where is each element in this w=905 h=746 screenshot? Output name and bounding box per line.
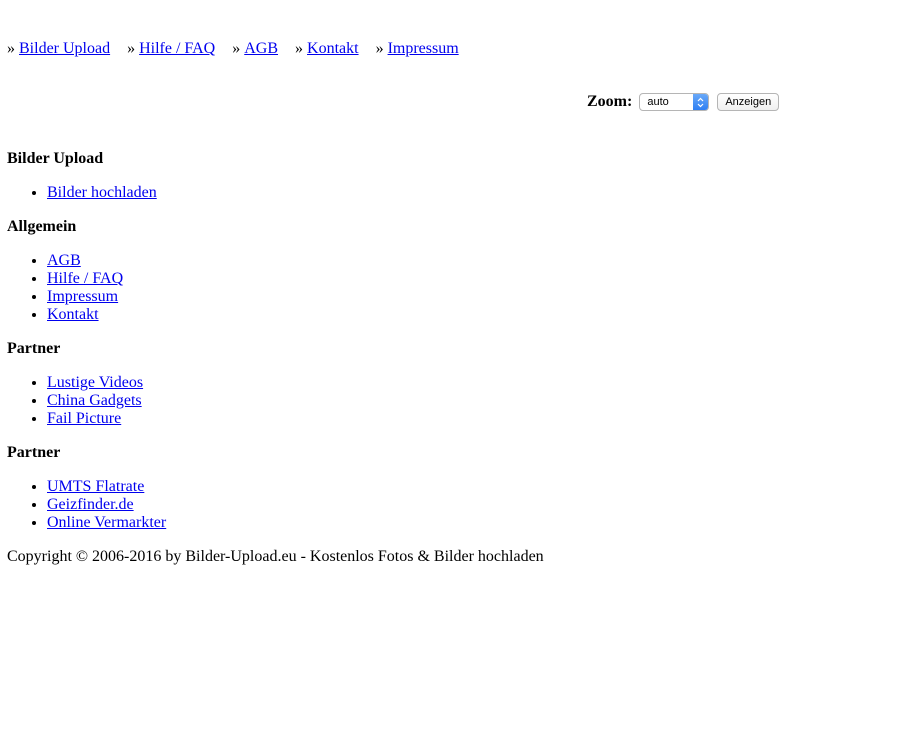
link-hilfe-faq[interactable]: Hilfe / FAQ	[47, 270, 123, 287]
section-title: Partner	[7, 340, 61, 357]
link-agb[interactable]: AGB	[47, 252, 81, 269]
list-item: Bilder hochladen	[47, 184, 607, 202]
nav-item-hilfe-faq: » Hilfe / FAQ	[127, 39, 215, 59]
list-item: China Gadgets	[47, 392, 607, 410]
nav-item-bilder-upload: » Bilder Upload	[7, 39, 110, 59]
chevron-up-down-icon	[693, 94, 709, 110]
list-item: Kontakt	[47, 306, 607, 324]
list-item: UMTS Flatrate	[47, 478, 607, 496]
nav-link-bilder-upload[interactable]: Bilder Upload	[19, 40, 110, 57]
list-item: Impressum	[47, 288, 607, 306]
link-china-gadgets[interactable]: China Gadgets	[47, 392, 142, 409]
top-navigation: » Bilder Upload » Hilfe / FAQ » AGB » Kontak…	[7, 39, 472, 59]
section-partner-1: Partner Lustige Videos China Gadgets Fai…	[7, 340, 607, 428]
list-item: AGB	[47, 252, 607, 270]
link-bilder-hochladen[interactable]: Bilder hochladen	[47, 184, 157, 201]
section-bilder-upload: Bilder Upload Bilder hochladen	[7, 150, 607, 202]
nav-separator: »	[232, 40, 241, 57]
list-item: Fail Picture	[47, 410, 607, 428]
zoom-control: Zoom: auto Anzeigen	[587, 91, 780, 113]
link-geizfinder[interactable]: Geizfinder.de	[47, 496, 134, 513]
show-button[interactable]: Anzeigen	[717, 93, 780, 111]
nav-separator: »	[295, 40, 304, 57]
section-title: Allgemein	[7, 218, 77, 235]
section-title: Bilder Upload	[7, 150, 104, 167]
nav-link-hilfe-faq[interactable]: Hilfe / FAQ	[139, 40, 215, 57]
link-online-vermarkter[interactable]: Online Vermarkter	[47, 514, 166, 531]
footer-copyright: Copyright © 2006-2016 by Bilder-Upload.e…	[7, 548, 544, 565]
nav-link-kontakt[interactable]: Kontakt	[307, 40, 359, 57]
link-list: AGB Hilfe / FAQ Impressum Kontakt	[7, 252, 607, 324]
section-partner-2: Partner UMTS Flatrate Geizfinder.de Onli…	[7, 444, 607, 532]
link-impressum[interactable]: Impressum	[47, 288, 118, 305]
nav-separator: »	[375, 40, 384, 57]
nav-item-impressum: » Impressum	[376, 39, 459, 59]
nav-link-impressum[interactable]: Impressum	[388, 40, 459, 57]
link-list: Lustige Videos China Gadgets Fail Pictur…	[7, 374, 607, 428]
zoom-label: Zoom:	[587, 93, 633, 110]
link-list: Bilder hochladen	[7, 184, 607, 202]
list-item: Hilfe / FAQ	[47, 270, 607, 288]
link-lustige-videos[interactable]: Lustige Videos	[47, 374, 143, 391]
list-item: Lustige Videos	[47, 374, 607, 392]
nav-separator: »	[127, 40, 136, 57]
link-list: UMTS Flatrate Geizfinder.de Online Verma…	[7, 478, 607, 532]
nav-item-kontakt: » Kontakt	[295, 39, 359, 59]
zoom-select-value: auto	[647, 96, 669, 108]
list-item: Online Vermarkter	[47, 514, 607, 532]
link-sections: Bilder Upload Bilder hochladen Allgemein…	[7, 150, 607, 548]
link-kontakt[interactable]: Kontakt	[47, 306, 99, 323]
list-item: Geizfinder.de	[47, 496, 607, 514]
link-umts-flatrate[interactable]: UMTS Flatrate	[47, 478, 144, 495]
nav-separator: »	[7, 40, 15, 57]
nav-link-agb[interactable]: AGB	[244, 40, 278, 57]
link-fail-picture[interactable]: Fail Picture	[47, 410, 121, 427]
zoom-select[interactable]: auto	[639, 93, 710, 111]
section-allgemein: Allgemein AGB Hilfe / FAQ Impressum Kont…	[7, 218, 607, 324]
section-title: Partner	[7, 444, 61, 461]
nav-item-agb: » AGB	[232, 39, 278, 59]
